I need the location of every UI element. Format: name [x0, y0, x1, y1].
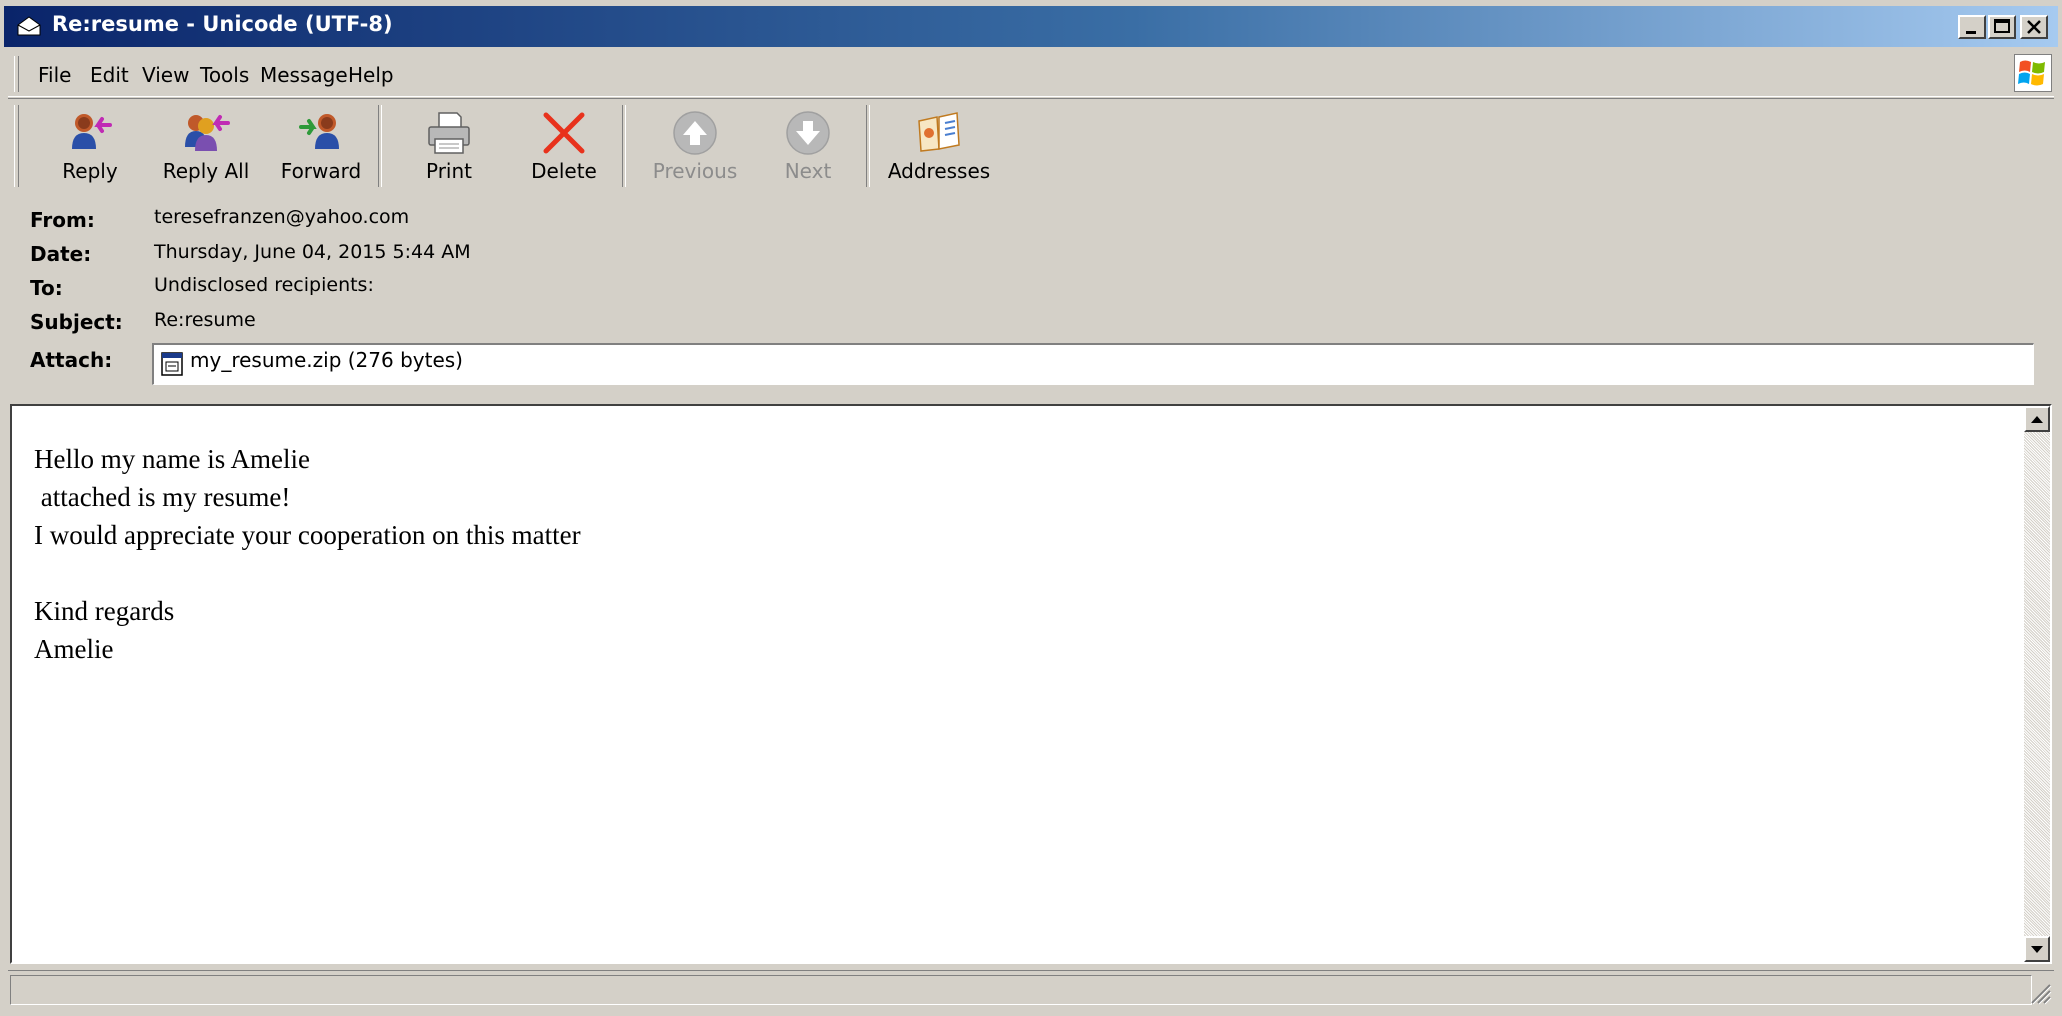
- print-label: Print: [425, 159, 472, 183]
- status-panel: [10, 975, 2032, 1005]
- windows-logo: [2014, 54, 2052, 92]
- close-button[interactable]: [2020, 15, 2048, 39]
- address-book-icon: [918, 112, 960, 152]
- delete-label: Delete: [531, 159, 597, 183]
- minimize-icon: [1966, 31, 1976, 34]
- subject-value: Re:resume: [154, 309, 256, 331]
- forward-label: Forward: [280, 159, 362, 183]
- delete-x-icon: [543, 112, 585, 154]
- subject-label: Subject:: [30, 310, 123, 334]
- maximize-icon: [1994, 19, 2010, 33]
- message-header: From: teresefranzen@yahoo.com Date: Thur…: [8, 198, 2054, 394]
- delete-button[interactable]: Delete: [514, 103, 614, 189]
- title-bar[interactable]: Re:resume - Unicode (UTF-8): [4, 6, 2058, 47]
- menu-view[interactable]: View: [136, 61, 195, 89]
- reply-all-label: Reply All: [162, 159, 250, 183]
- message-text: Hello my name is Amelie attached is my r…: [34, 444, 581, 664]
- toolbar: Reply Reply All Forward Print Delete Pre…: [8, 98, 2054, 191]
- menu-message[interactable]: Message: [254, 61, 354, 89]
- menu-edit[interactable]: Edit: [84, 61, 135, 89]
- resize-grip-icon[interactable]: [2026, 979, 2052, 1005]
- scroll-down-button[interactable]: [2024, 936, 2050, 962]
- zip-file-icon[interactable]: [160, 351, 184, 377]
- menu-bar-grip[interactable]: [14, 56, 19, 92]
- toolbar-separator: [866, 105, 870, 187]
- vertical-scrollbar[interactable]: [2024, 406, 2050, 962]
- attachment-list: my_resume.zip (276 bytes): [152, 343, 2034, 385]
- next-label: Next: [784, 159, 832, 183]
- previous-label: Previous: [652, 159, 738, 183]
- to-label: To:: [30, 276, 63, 300]
- attachment-name[interactable]: my_resume.zip (276 bytes): [190, 348, 463, 372]
- scroll-down-arrow-icon: [2031, 946, 2043, 953]
- window-title: Re:resume - Unicode (UTF-8): [52, 12, 393, 36]
- reply-icon: [72, 114, 112, 149]
- minimize-button[interactable]: [1958, 15, 1986, 39]
- down-arrow-icon: [786, 111, 830, 155]
- scroll-up-arrow-icon: [2031, 416, 2043, 423]
- attach-label: Attach:: [30, 348, 113, 372]
- menu-tools[interactable]: Tools: [194, 61, 255, 89]
- message-body[interactable]: Hello my name is Amelie attached is my r…: [10, 404, 2052, 964]
- to-value: Undisclosed recipients:: [154, 274, 374, 296]
- reply-label: Reply: [62, 159, 118, 183]
- next-button[interactable]: Next: [760, 103, 856, 189]
- mail-window: Re:resume - Unicode (UTF-8) File Edit Vi…: [0, 0, 2062, 1016]
- maximize-button[interactable]: [1988, 15, 2016, 39]
- date-label: Date:: [30, 242, 92, 266]
- close-icon: [2027, 20, 2041, 34]
- previous-button[interactable]: Previous: [642, 103, 748, 189]
- status-bar: [8, 970, 2054, 1007]
- forward-button[interactable]: Forward: [266, 103, 376, 189]
- up-arrow-icon: [673, 111, 717, 155]
- addresses-button[interactable]: Addresses: [880, 103, 998, 189]
- scroll-up-button[interactable]: [2024, 406, 2050, 432]
- menu-help[interactable]: Help: [342, 61, 400, 89]
- reply-all-button[interactable]: Reply All: [148, 103, 264, 189]
- forward-icon: [299, 114, 339, 149]
- from-label: From:: [30, 208, 95, 232]
- printer-icon: [428, 112, 470, 154]
- from-value: teresefranzen@yahoo.com: [154, 206, 410, 228]
- addresses-label: Addresses: [887, 159, 991, 183]
- envelope-icon: [17, 16, 41, 36]
- reply-all-icon: [185, 115, 230, 151]
- toolbar-separator: [622, 105, 626, 187]
- date-value: Thursday, June 04, 2015 5:44 AM: [154, 241, 471, 263]
- toolbar-separator: [378, 105, 382, 187]
- toolbar-grip[interactable]: [14, 105, 19, 187]
- menu-file[interactable]: File: [32, 61, 77, 89]
- menu-bar: File Edit View Tools Message Help: [8, 52, 2054, 97]
- reply-button[interactable]: Reply: [40, 103, 140, 189]
- print-button[interactable]: Print: [404, 103, 494, 189]
